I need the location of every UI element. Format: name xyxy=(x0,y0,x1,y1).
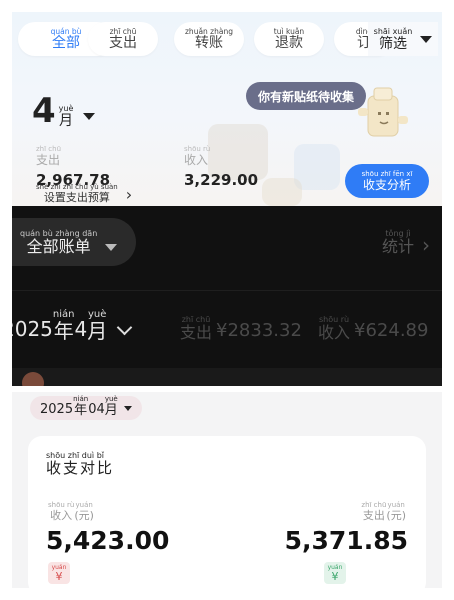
dark-income-total: shōu rù 收入 ¥624.89 xyxy=(318,315,429,342)
chevron-right-icon: › xyxy=(422,233,430,257)
month-expense: zhī chū 支出 2,967.78 xyxy=(36,145,111,190)
set-budget-link[interactable]: shè zhì zhī chū yù suàn 设置支出预算 › xyxy=(36,184,133,204)
tab-expense[interactable]: zhī chū 支出 xyxy=(88,22,158,56)
month-selector[interactable]: 4 yuè 月 xyxy=(32,94,96,128)
month-picker-pill[interactable]: 2025 nián 年 04 yuè 月 xyxy=(30,396,142,420)
dark-expense-total: zhī chū 支出 ¥2833.32 xyxy=(180,315,302,342)
filter-button[interactable]: shāi xuǎn 筛选 xyxy=(368,22,438,56)
tab-refund[interactable]: tuì kuǎn 退款 xyxy=(254,22,324,56)
month-picker[interactable]: 2025 nián年 4 yuè月 xyxy=(12,310,133,341)
decorative-sticker-blob xyxy=(262,178,302,206)
type-tabs: quán bù 全部 zhī chū 支出 zhuǎn zhàng 转账 tuì ku… xyxy=(12,22,442,58)
yen-income-icon: yuán ¥ xyxy=(48,562,70,584)
yen-expense-icon: yuán ¥ xyxy=(324,562,346,584)
bill-summary-panel: quán bù 全部 zhī chū 支出 zhuǎn zhàng 转账 tuì ku… xyxy=(12,12,442,206)
caret-down-icon xyxy=(123,406,132,411)
caret-down-icon xyxy=(83,113,96,120)
bill-list-preview xyxy=(12,368,442,386)
expense-label: zhī chū 支出 yuán (元) xyxy=(361,501,406,522)
month-income: shōu rù 收入 3,229.00 xyxy=(184,145,259,190)
divider xyxy=(12,290,442,291)
card-title: shōu zhī duì bǐ 收支对比 xyxy=(46,451,115,477)
dark-bill-header: quán bù zhàng dān全部账单 tǒng jì统计 › 2025 n… xyxy=(12,206,442,386)
income-total: 5,423.00 xyxy=(46,526,170,555)
chevron-down-icon xyxy=(116,319,133,336)
caret-down-icon xyxy=(105,243,118,251)
all-bills-dropdown[interactable]: quán bù zhàng dān 全部账单 xyxy=(12,218,136,266)
income-label: shōu rù 收入 yuán (元) xyxy=(48,501,94,522)
sticker-collect-banner[interactable]: 你有新贴纸待收集 xyxy=(246,82,367,110)
comparison-panel: 2025 nián 年 04 yuè 月 shōu zhī duì bǐ 收支对比 s… xyxy=(12,392,442,588)
avatar xyxy=(22,372,44,386)
income-expense-comparison-card: shōu zhī duì bǐ 收支对比 shōu rù 收入 yuán (元) zh… xyxy=(28,436,426,588)
statistics-link[interactable]: tǒng jì 统计 › xyxy=(382,230,430,257)
income-amount: 3,229.00 xyxy=(184,171,259,189)
tab-transfer[interactable]: zhuǎn zhàng 转账 xyxy=(174,22,244,56)
income-expense-analysis-button[interactable]: shōu zhī fēn xī 收支分析 xyxy=(345,164,429,198)
chevron-right-icon: › xyxy=(125,185,133,204)
sticker-mascot-icon[interactable] xyxy=(350,82,410,146)
caret-down-icon xyxy=(420,35,433,43)
expense-total: 5,371.85 xyxy=(284,526,408,555)
